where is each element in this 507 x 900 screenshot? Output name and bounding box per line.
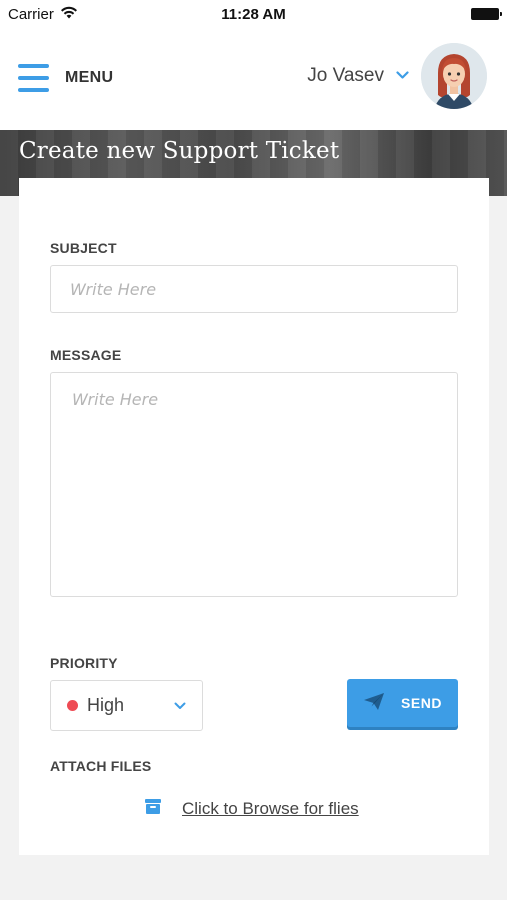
user-menu[interactable]: Jo Vasev	[307, 43, 487, 109]
hamburger-icon	[18, 64, 49, 92]
battery-icon	[471, 8, 502, 20]
page-title: Create new Support Ticket	[19, 138, 340, 164]
menu-label: MENU	[65, 69, 114, 86]
subject-label: SUBJECT	[50, 240, 117, 256]
subject-input[interactable]	[50, 265, 458, 313]
priority-label: PRIORITY	[50, 655, 118, 671]
carrier-label: Carrier	[8, 5, 54, 23]
chevron-down-icon	[396, 67, 409, 85]
wifi-icon	[60, 6, 78, 23]
message-textarea[interactable]	[50, 372, 458, 597]
app-header: MENU Jo Vasev	[0, 28, 507, 130]
paper-plane-icon	[363, 692, 385, 714]
priority-indicator	[67, 700, 78, 711]
user-name: Jo Vasev	[307, 65, 384, 86]
status-bar: Carrier 11:28 AM	[0, 0, 507, 28]
browse-files-text: Click to Browse for flies	[182, 799, 359, 818]
chevron-down-icon	[174, 697, 186, 715]
menu-button[interactable]: MENU	[18, 62, 113, 94]
carrier-group: Carrier	[8, 6, 78, 23]
message-label: MESSAGE	[50, 347, 122, 363]
browse-files-link[interactable]: Click to Browse for flies	[144, 798, 359, 820]
avatar[interactable]	[421, 43, 487, 109]
send-label: SEND	[401, 695, 442, 711]
send-button[interactable]: SEND	[347, 679, 458, 727]
priority-dropdown[interactable]: High	[50, 680, 203, 731]
attach-files-label: ATTACH FILES	[50, 758, 152, 774]
ticket-form: SUBJECT MESSAGE PRIORITY High SEND ATTAC…	[19, 178, 489, 855]
archive-box-icon	[144, 798, 162, 820]
priority-value: High	[87, 695, 125, 715]
